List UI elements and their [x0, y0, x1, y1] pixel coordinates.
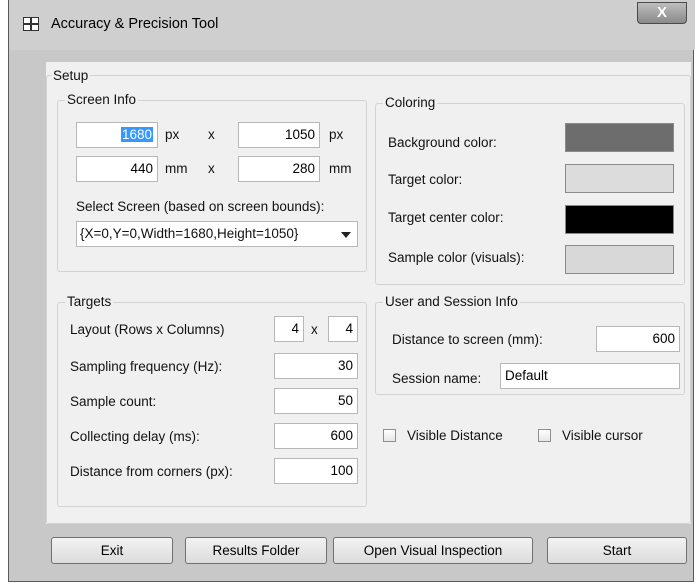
exit-button[interactable]: Exit: [51, 537, 173, 564]
start-button[interactable]: Start: [547, 537, 687, 564]
close-button[interactable]: X: [637, 2, 687, 24]
session-name-input[interactable]: Default: [500, 363, 680, 389]
times-label: x: [208, 127, 215, 142]
distance-to-screen-input[interactable]: 600: [596, 326, 680, 352]
chevron-down-icon: [341, 232, 351, 238]
sampling-frequency-input[interactable]: 30: [274, 353, 358, 379]
title-bar[interactable]: Accuracy & Precision Tool X: [9, 0, 695, 50]
times-label-2: x: [208, 161, 215, 176]
user-session-group: User and Session Info Distance to screen…: [375, 294, 685, 395]
layout-times-label: x: [311, 322, 318, 337]
results-folder-button[interactable]: Results Folder: [185, 537, 327, 564]
screen-width-px-input[interactable]: 1680: [76, 122, 158, 148]
coloring-title: Coloring: [383, 95, 438, 111]
app-window: Accuracy & Precision Tool X Setup Screen…: [8, 0, 695, 582]
targets-group: Targets Layout (Rows x Columns) 4 x 4 Sa…: [57, 294, 367, 507]
visible-cursor-label[interactable]: Visible cursor: [562, 428, 643, 444]
layout-label: Layout (Rows x Columns): [70, 322, 225, 337]
target-color-swatch[interactable]: [565, 164, 674, 193]
sampling-frequency-label: Sampling frequency (Hz):: [70, 359, 223, 374]
sample-color-label: Sample color (visuals):: [388, 250, 525, 265]
px-unit-label: px: [165, 127, 180, 142]
layout-cols-input[interactable]: 4: [328, 316, 358, 342]
distance-to-screen-label: Distance to screen (mm):: [392, 332, 543, 347]
px-unit-label-2: px: [329, 127, 344, 142]
session-name-label: Session name:: [392, 371, 482, 386]
targets-title: Targets: [65, 294, 114, 310]
target-center-color-swatch[interactable]: [565, 205, 674, 234]
screen-width-px-value: 1680: [120, 127, 153, 142]
visible-distance-label[interactable]: Visible Distance: [407, 428, 503, 444]
sample-color-swatch[interactable]: [565, 245, 674, 274]
visible-distance-checkbox[interactable]: [383, 429, 396, 442]
distance-from-corners-input[interactable]: 100: [274, 458, 358, 484]
distance-from-corners-label: Distance from corners (px):: [70, 464, 233, 479]
screen-info-group: Screen Info 1680 px x 1050 px 440 mm x 2…: [57, 92, 367, 272]
window-title: Accuracy & Precision Tool: [51, 16, 219, 32]
target-color-label: Target color:: [388, 172, 463, 187]
select-screen-value: {X=0,Y=0,Width=1680,Height=1050}: [80, 226, 299, 241]
screen-height-mm-input[interactable]: 280: [238, 156, 320, 182]
setup-group-title: Setup: [51, 68, 91, 84]
app-icon: [23, 17, 39, 31]
visible-cursor-checkbox[interactable]: [538, 429, 551, 442]
client-area: Setup Screen Info 1680 px x 1050 px 440 …: [46, 62, 691, 524]
open-visual-inspection-button[interactable]: Open Visual Inspection: [333, 537, 533, 564]
collecting-delay-input[interactable]: 600: [274, 423, 358, 449]
mm-unit-label-2: mm: [329, 161, 352, 176]
coloring-group: Coloring Background color: Target color:…: [375, 95, 685, 285]
layout-rows-input[interactable]: 4: [274, 316, 304, 342]
user-session-title: User and Session Info: [383, 294, 520, 310]
select-screen-label: Select Screen (based on screen bounds):: [76, 199, 325, 214]
screen-info-title: Screen Info: [65, 92, 139, 108]
background-color-swatch[interactable]: [565, 123, 674, 152]
background-color-label: Background color:: [388, 135, 497, 150]
screen-height-px-input[interactable]: 1050: [238, 122, 320, 148]
collecting-delay-label: Collecting delay (ms):: [70, 429, 200, 444]
target-center-color-label: Target center color:: [388, 210, 504, 225]
sample-count-input[interactable]: 50: [274, 388, 358, 414]
select-screen-dropdown[interactable]: {X=0,Y=0,Width=1680,Height=1050}: [76, 221, 358, 247]
sample-count-label: Sample count:: [70, 394, 157, 409]
mm-unit-label: mm: [165, 161, 188, 176]
screen-width-mm-input[interactable]: 440: [76, 156, 158, 182]
